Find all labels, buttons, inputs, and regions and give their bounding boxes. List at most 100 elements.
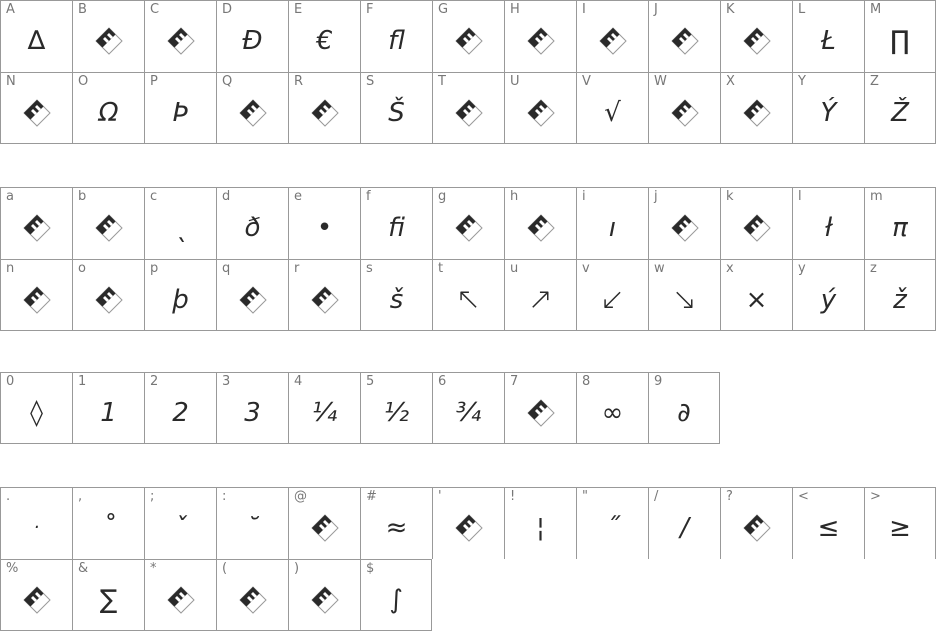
- glyph-cell: W: [648, 72, 720, 144]
- glyph-cell: V √: [576, 72, 648, 144]
- glyph-key-label: b: [78, 189, 87, 204]
- glyph-cell: 7: [504, 372, 576, 444]
- glyph-key-label: I: [582, 2, 586, 17]
- glyph-cell: E €: [288, 0, 360, 72]
- uppercase-row: A ∆ B C D Đ E € Ffl G H I J K L Ł M ∏: [0, 0, 936, 72]
- glyph-cell: PÞ: [144, 72, 216, 144]
- glyph-key-label: q: [222, 261, 231, 276]
- missing-glyph: [289, 580, 360, 620]
- glyph-cell: Q: [216, 72, 288, 144]
- glyph-cell: b: [72, 187, 144, 259]
- glyph-key-label: K: [726, 2, 735, 17]
- uppercase-section: A ∆ B C D Đ E € Ffl G H I J K L Ł M ∏ N O Ω P Þ Q R S Š T U V √ W X Y Ý Z Ž: [0, 0, 936, 144]
- glyph-preview: þ: [172, 285, 189, 315]
- glyph-preview: ↙: [599, 282, 626, 317]
- glyph-key-label: #: [366, 489, 377, 504]
- glyph-cell: SŠ: [360, 72, 432, 144]
- missing-glyph: [433, 508, 504, 548]
- missing-glyph-icon: [742, 214, 771, 242]
- glyph-key-label: L: [798, 2, 806, 17]
- glyph-cell: $ ∫: [360, 559, 432, 631]
- glyph-preview: Ł: [821, 26, 836, 56]
- glyph-key-label: *: [150, 561, 157, 576]
- glyph-preview: ˎ: [174, 213, 187, 243]
- missing-glyph-icon: [526, 214, 555, 242]
- glyph-key-label: B: [78, 2, 87, 17]
- digits-section: 0 ◊ 1 1 2 2 3 3 4 ¼ 5 ½ 6 ¾ 7 8 ∞ 9 ∂: [0, 372, 720, 444]
- glyph-key-label: f: [366, 189, 371, 204]
- missing-glyph: [505, 21, 576, 61]
- missing-glyph: [433, 93, 504, 133]
- glyph-cell: YÝ: [792, 72, 864, 144]
- glyph-key-label: R: [294, 74, 304, 89]
- missing-glyph-icon: [742, 514, 771, 542]
- glyph-cell: u ↗: [504, 259, 576, 331]
- glyph-key-label: ?: [726, 489, 733, 504]
- missing-glyph-icon: [22, 286, 51, 314]
- glyph-preview: Ž: [891, 98, 909, 128]
- glyph-key-label: .: [6, 489, 11, 504]
- glyph-key-label: Q: [222, 74, 233, 89]
- glyph-preview: 3: [244, 398, 261, 428]
- glyph-cell: " ˝: [576, 487, 648, 559]
- missing-glyph-icon: [454, 214, 483, 242]
- glyph-cell: dð: [216, 187, 288, 259]
- glyph-cell: mπ: [864, 187, 936, 259]
- glyph-cell: OΩ: [72, 72, 144, 144]
- glyph-key-label: &: [78, 561, 89, 576]
- missing-glyph: [145, 21, 216, 61]
- glyph-key-label: 6: [438, 374, 447, 389]
- glyph-cell: w ↘: [648, 259, 720, 331]
- glyph-preview: ∞: [601, 398, 624, 428]
- glyph-key-label: A: [6, 2, 15, 17]
- glyph-key-label: H: [510, 2, 520, 17]
- glyph-key-label: :: [222, 489, 227, 504]
- glyph-key-label: 8: [582, 374, 591, 389]
- glyph-preview: ×: [745, 285, 768, 315]
- glyph-preview: ∆: [27, 26, 46, 56]
- missing-glyph-icon: [310, 514, 339, 542]
- glyph-key-label: 9: [654, 374, 663, 389]
- glyph-key-label: r: [294, 261, 300, 276]
- glyph-cell: C: [144, 0, 216, 72]
- glyph-preview: ↘: [671, 282, 698, 317]
- glyph-preview: fi: [388, 213, 405, 243]
- missing-glyph: [73, 21, 144, 61]
- glyph-key-label: Y: [798, 74, 806, 89]
- glyph-key-label: E: [294, 2, 303, 17]
- missing-glyph-icon: [454, 99, 483, 127]
- glyph-cell: f fi: [360, 187, 432, 259]
- glyph-cell: 33: [216, 372, 288, 444]
- glyph-key-label: 3: [222, 374, 231, 389]
- glyph-cell: iı: [576, 187, 648, 259]
- glyph-cell: J: [648, 0, 720, 72]
- missing-glyph-icon: [670, 99, 699, 127]
- missing-glyph-icon: [238, 99, 267, 127]
- glyph-cell: e •: [288, 187, 360, 259]
- glyph-cell: ZŽ: [864, 72, 936, 144]
- glyph-key-label: ;: [150, 489, 155, 504]
- glyph-cell: @: [288, 487, 360, 559]
- missing-glyph: [721, 208, 792, 248]
- missing-glyph: [721, 508, 792, 548]
- glyph-key-label: x: [726, 261, 734, 276]
- missing-glyph: [289, 280, 360, 320]
- glyph-cell: cˎ: [144, 187, 216, 259]
- missing-glyph: [505, 393, 576, 433]
- missing-glyph-icon: [22, 214, 51, 242]
- glyph-key-label: t: [438, 261, 444, 276]
- glyph-cell: 9 ∂: [648, 372, 720, 444]
- glyph-preview: ½: [383, 398, 410, 428]
- glyph-key-label: y: [798, 261, 806, 276]
- glyph-preview: ◊: [30, 398, 43, 428]
- glyph-preview: ¼: [311, 398, 338, 428]
- glyph-key-label: /: [654, 489, 659, 504]
- glyph-key-label: (: [222, 561, 228, 576]
- missing-glyph-icon: [94, 286, 123, 314]
- missing-glyph-icon: [238, 286, 267, 314]
- glyph-preview: €: [316, 26, 333, 56]
- missing-glyph-icon: [22, 586, 51, 614]
- glyph-preview: ↗: [527, 282, 554, 317]
- glyph-preview: Ω: [98, 98, 119, 128]
- glyph-cell: R: [288, 72, 360, 144]
